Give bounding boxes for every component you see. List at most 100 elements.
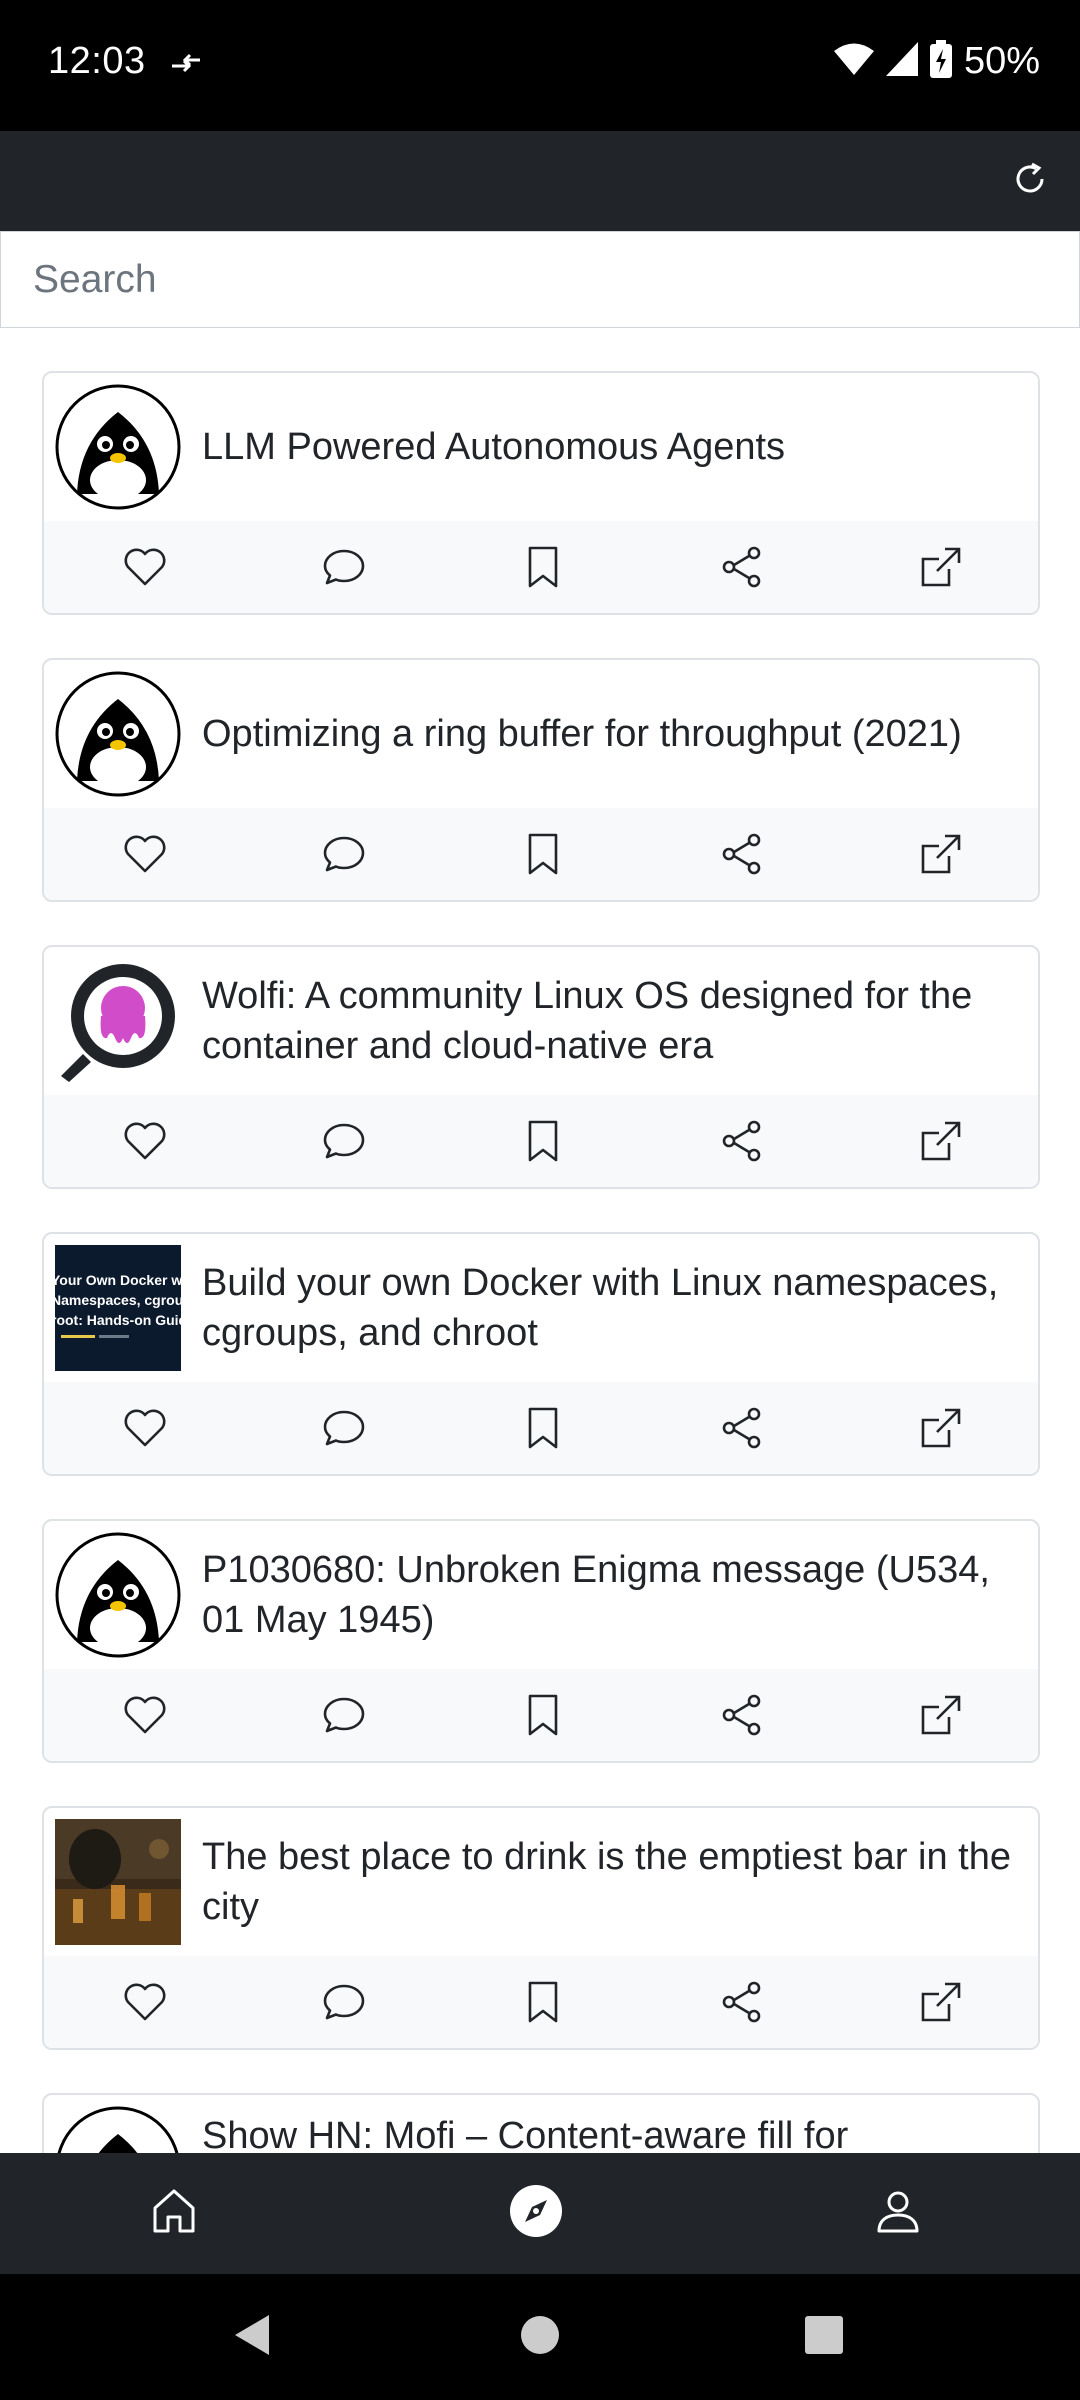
- external-link-icon: [919, 1119, 963, 1168]
- bookmark-button[interactable]: [515, 1115, 571, 1171]
- octopus-magnifier-logo: [55, 958, 181, 1084]
- nav-home-button[interactable]: [144, 2183, 204, 2243]
- bookmark-icon: [525, 1119, 561, 1168]
- story-card[interactable]: Wolfi: A community Linux OS designed for…: [42, 945, 1040, 1189]
- external-link-icon: [919, 1693, 963, 1742]
- like-button[interactable]: [117, 1115, 173, 1171]
- comment-icon: [322, 1408, 366, 1453]
- comment-button[interactable]: [316, 1402, 372, 1458]
- story-title[interactable]: Build your own Docker with Linux namespa…: [202, 1234, 1034, 1382]
- like-button[interactable]: [117, 541, 173, 597]
- bookmark-icon: [525, 545, 561, 594]
- external-link-icon: [919, 545, 963, 594]
- comment-button[interactable]: [316, 1115, 372, 1171]
- comment-icon: [322, 834, 366, 879]
- heart-icon: [123, 1121, 167, 1166]
- share-icon: [720, 832, 764, 881]
- bookmark-button[interactable]: [515, 828, 571, 884]
- open-link-button[interactable]: [913, 828, 969, 884]
- app-header: [0, 131, 1080, 231]
- comment-button[interactable]: [316, 828, 372, 884]
- story-header[interactable]: LLM Powered Autonomous Agents: [44, 373, 1038, 521]
- story-card[interactable]: Optimizing a ring buffer for throughput …: [42, 658, 1040, 902]
- like-button[interactable]: [117, 828, 173, 884]
- wifi-icon: [833, 42, 874, 81]
- story-actions: [44, 808, 1038, 900]
- system-home-button[interactable]: [515, 2312, 565, 2362]
- docker-article-image: Your Own Docker wit Namespaces, cgroup r…: [55, 1245, 181, 1371]
- bookmark-button[interactable]: [515, 1976, 571, 2032]
- comment-button[interactable]: [316, 1976, 372, 2032]
- share-icon: [720, 1119, 764, 1168]
- open-link-button[interactable]: [913, 541, 969, 597]
- share-button[interactable]: [714, 1115, 770, 1171]
- open-link-button[interactable]: [913, 1976, 969, 2032]
- home-circle-icon: [520, 2315, 560, 2360]
- open-link-button[interactable]: [913, 1689, 969, 1745]
- story-actions: [44, 1669, 1038, 1761]
- share-icon: [720, 1693, 764, 1742]
- comment-icon: [322, 547, 366, 592]
- story-actions: [44, 1382, 1038, 1474]
- share-button[interactable]: [714, 1976, 770, 2032]
- share-button[interactable]: [714, 1689, 770, 1745]
- bookmark-button[interactable]: [515, 1402, 571, 1458]
- open-link-button[interactable]: [913, 1402, 969, 1458]
- share-button[interactable]: [714, 541, 770, 597]
- like-button[interactable]: [117, 1402, 173, 1458]
- heart-icon: [123, 1695, 167, 1740]
- story-card[interactable]: The best place to drink is the emptiest …: [42, 1806, 1040, 2050]
- recents-square-icon: [804, 2315, 844, 2360]
- like-button[interactable]: [117, 1976, 173, 2032]
- story-title[interactable]: The best place to drink is the emptiest …: [202, 1808, 1034, 1956]
- heart-icon: [123, 1982, 167, 2027]
- bookmark-icon: [525, 1693, 561, 1742]
- story-card[interactable]: P1030680: Unbroken Enigma message (U534,…: [42, 1519, 1040, 1763]
- share-button[interactable]: [714, 828, 770, 884]
- story-header[interactable]: Show HN: Mofi – Content-aware fill for: [44, 2095, 1038, 2153]
- heart-icon: [123, 1408, 167, 1453]
- open-link-button[interactable]: [913, 1115, 969, 1171]
- story-feed[interactable]: LLM Powered Autonomous Agents Optimizing…: [0, 328, 1080, 2153]
- story-card[interactable]: LLM Powered Autonomous Agents: [42, 371, 1040, 615]
- bookmark-button[interactable]: [515, 541, 571, 597]
- system-back-button[interactable]: [228, 2312, 278, 2362]
- sync-arrows-icon: [168, 46, 204, 82]
- story-header[interactable]: Optimizing a ring buffer for throughput …: [44, 660, 1038, 808]
- system-recents-button[interactable]: [799, 2312, 849, 2362]
- home-icon: [149, 2186, 199, 2241]
- story-card[interactable]: Your Own Docker wit Namespaces, cgroup r…: [42, 1232, 1040, 1476]
- bookmark-icon: [525, 1980, 561, 2029]
- story-title[interactable]: P1030680: Unbroken Enigma message (U534,…: [202, 1521, 1034, 1669]
- person-icon: [873, 2186, 923, 2241]
- bookmark-icon: [525, 1406, 561, 1455]
- penguin-avatar: [55, 1532, 181, 1658]
- story-title[interactable]: Optimizing a ring buffer for throughput …: [202, 660, 1034, 808]
- cellular-signal-icon: [885, 42, 918, 81]
- back-triangle-icon: [233, 2313, 273, 2362]
- comment-icon: [322, 1982, 366, 2027]
- like-button[interactable]: [117, 1689, 173, 1745]
- bar-photo: [55, 1819, 181, 1945]
- story-card[interactable]: Show HN: Mofi – Content-aware fill for: [42, 2093, 1040, 2153]
- story-title[interactable]: Wolfi: A community Linux OS designed for…: [202, 947, 1034, 1095]
- story-title[interactable]: Show HN: Mofi – Content-aware fill for: [202, 2095, 1034, 2153]
- story-header[interactable]: The best place to drink is the emptiest …: [44, 1808, 1038, 1956]
- story-header[interactable]: P1030680: Unbroken Enigma message (U534,…: [44, 1521, 1038, 1669]
- comment-button[interactable]: [316, 1689, 372, 1745]
- nav-profile-button[interactable]: [868, 2183, 928, 2243]
- status-bar: 12:03 50%: [0, 0, 1080, 131]
- story-title[interactable]: LLM Powered Autonomous Agents: [202, 373, 1034, 521]
- battery-percent: 50%: [963, 40, 1040, 82]
- bookmark-button[interactable]: [515, 1689, 571, 1745]
- story-header[interactable]: Wolfi: A community Linux OS designed for…: [44, 947, 1038, 1095]
- comment-icon: [322, 1695, 366, 1740]
- comment-button[interactable]: [316, 541, 372, 597]
- nav-explore-button[interactable]: [506, 2183, 566, 2243]
- refresh-button[interactable]: [1008, 159, 1052, 203]
- story-actions: [44, 521, 1038, 613]
- story-header[interactable]: Your Own Docker wit Namespaces, cgroup r…: [44, 1234, 1038, 1382]
- compass-icon: [509, 2184, 563, 2243]
- share-button[interactable]: [714, 1402, 770, 1458]
- search-input[interactable]: [1, 232, 1079, 327]
